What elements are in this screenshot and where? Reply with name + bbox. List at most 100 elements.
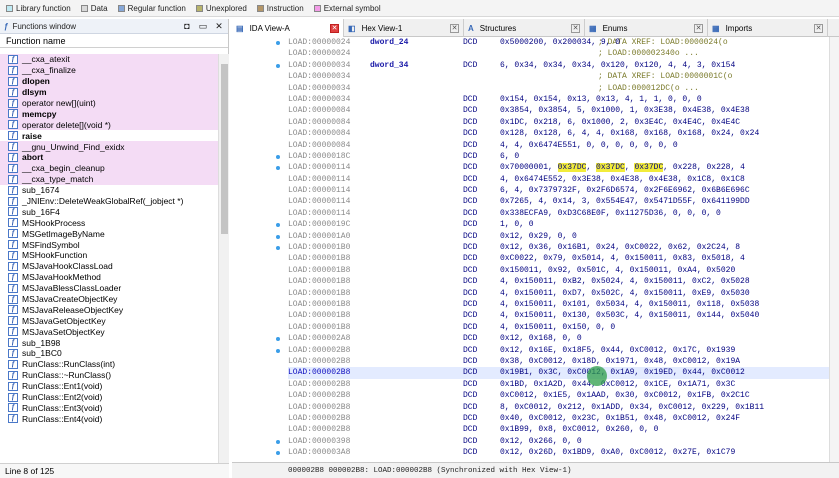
function-row[interactable]: f sub_1BC0 bbox=[0, 348, 218, 359]
listing-line[interactable]: LOAD:000001B8 DCD 0xC0022, 0x79, 0x5014, 4… bbox=[288, 253, 839, 264]
function-row[interactable]: f MSJavaReleaseObjectKey bbox=[0, 304, 218, 315]
breakpoint-dot-icon[interactable] bbox=[276, 223, 280, 228]
function-row[interactable]: f dlsym bbox=[0, 86, 218, 98]
function-row[interactable]: f RunClass::Ent3(void) bbox=[0, 403, 218, 414]
function-row[interactable]: f dlopen bbox=[0, 75, 218, 87]
function-row[interactable]: f MSFindSymbol bbox=[0, 239, 218, 250]
float-icon[interactable]: ▭ bbox=[198, 21, 208, 32]
function-row[interactable]: f RunClass::Ent4(void) bbox=[0, 413, 218, 424]
listing-line[interactable]: LOAD:00000024 ; LOAD:000002340o ... bbox=[288, 48, 839, 59]
listing-line[interactable]: LOAD:00000034 DCD 0x154, 0x154, 0x13, 0x13… bbox=[288, 94, 839, 105]
function-row[interactable]: f sub_16F4 bbox=[0, 206, 218, 217]
listing-line[interactable]: LOAD:000002A8 DCD 0x12, 0x168, 0, 0 bbox=[288, 333, 839, 344]
listing-line[interactable]: LOAD:000002B8 DCD 0x12, 0x16E, 0x18F5, 0x4… bbox=[288, 345, 839, 356]
listing-line[interactable]: LOAD:00000114 DCD 0x338ECFA9, 0xD3C68E0F, … bbox=[288, 208, 839, 219]
function-row[interactable]: f RunClass::~RunClass() bbox=[0, 370, 218, 381]
function-row[interactable]: f MSHookFunction bbox=[0, 250, 218, 261]
function-row[interactable]: f __cxa_finalize bbox=[0, 64, 218, 76]
tab-close-icon[interactable]: ✕ bbox=[694, 23, 703, 33]
listing-line[interactable]: LOAD:000003A8 DCD 0x12, 0x26D, 0x1BD9, 0xA… bbox=[288, 447, 839, 458]
breakpoint-dot-icon[interactable] bbox=[276, 451, 280, 456]
function-row[interactable]: f RunClass::RunClass(int) bbox=[0, 359, 218, 370]
function-row[interactable]: f MSHookProcess bbox=[0, 217, 218, 228]
function-row[interactable]: f __gnu_Unwind_Find_exidx bbox=[0, 141, 218, 153]
listing-line[interactable]: LOAD:00000114 DCD 0x7265, 4, 0x14, 3, 0x55… bbox=[288, 196, 839, 207]
tab-hex-view-1[interactable]: ◧ Hex View-1 ✕ bbox=[344, 19, 464, 37]
listing-line[interactable]: LOAD:000001B8 DCD 0x150011, 0x92, 0x501C, … bbox=[288, 265, 839, 276]
ida-view-a[interactable]: LOAD:00000024 dword_24 DCD ; DATA XREF: LOA… bbox=[232, 37, 839, 462]
breakpoint-dot-icon[interactable] bbox=[276, 166, 280, 171]
listing-line[interactable]: LOAD:0000018C DCD 6, 0 bbox=[288, 151, 839, 162]
function-row[interactable]: f __cxa_atexit bbox=[0, 54, 218, 65]
listing-line[interactable]: LOAD:000001B8 DCD 4, 0x150011, 0xB2, 0x502… bbox=[288, 276, 839, 287]
tab-imports[interactable]: ▦ Imports ✕ bbox=[708, 19, 828, 37]
listing-line[interactable]: LOAD:00000398 DCD 0x12, 0x266, 0, 0 bbox=[288, 436, 839, 447]
scrollbar-thumb[interactable] bbox=[221, 64, 228, 234]
function-row[interactable]: f raise bbox=[0, 130, 218, 141]
function-row[interactable]: f sub_1674 bbox=[0, 185, 218, 196]
function-list-scrollbar[interactable] bbox=[218, 54, 229, 463]
tab-enums[interactable]: ▦ Enums ✕ bbox=[585, 19, 708, 37]
listing-line[interactable]: LOAD:000001B0 DCD 0x12, 0x36, 0x16B1, 0x24… bbox=[288, 242, 839, 253]
listing-line[interactable]: LOAD:000001B8 DCD 4, 0x150011, 0xD7, 0x502… bbox=[288, 288, 839, 299]
breakpoint-dot-icon[interactable] bbox=[276, 234, 280, 239]
function-row[interactable]: f operator new[](uint) bbox=[0, 97, 218, 109]
listing-line[interactable]: LOAD:000002B8 DCD 0x38, 0xC0012, 0x18D, 0x… bbox=[288, 356, 839, 367]
function-name-column-header[interactable]: Function name bbox=[0, 34, 228, 48]
listing-line[interactable]: LOAD:000001B8 DCD 4, 0x150011, 0x130, 0x50… bbox=[288, 310, 839, 321]
function-row[interactable]: f RunClass::Ent2(void) bbox=[0, 392, 218, 403]
listing-line[interactable]: LOAD:00000084 DCD 4, 4, 0x6474E551, 0, 0, … bbox=[288, 140, 839, 151]
listing-line[interactable]: LOAD:00000034 ; DATA XREF: LOAD:0000001C(… bbox=[288, 71, 839, 82]
function-row[interactable]: f abort bbox=[0, 152, 218, 163]
breakpoint-dot-icon[interactable] bbox=[276, 440, 280, 444]
function-row[interactable]: f RunClass::Ent1(void) bbox=[0, 381, 218, 392]
function-row[interactable]: f __cxa_begin_cleanup bbox=[0, 162, 218, 174]
function-row[interactable]: f __cxa_type_match bbox=[0, 173, 218, 185]
listing-line[interactable]: LOAD:000001A0 DCD 0x12, 0x29, 0, 0 bbox=[288, 231, 839, 242]
listing-line[interactable]: LOAD:00000084 DCD 0x1DC, 0x218, 6, 0x1000,… bbox=[288, 117, 839, 128]
listing-line[interactable]: LOAD:000002B8 DCD 8, 0xC0012, 0x212, 0x1AD… bbox=[288, 402, 839, 413]
listing-line[interactable]: LOAD:00000024 dword_24 DCD; DATA XREF: LOA… bbox=[288, 37, 839, 48]
breakpoint-dot-icon[interactable] bbox=[276, 348, 280, 353]
function-row[interactable]: f operator delete[](void *) bbox=[0, 119, 218, 131]
tab-close-icon[interactable]: ✕ bbox=[450, 23, 459, 33]
listing-line[interactable]: LOAD:0000019C DCD 1, 0, 0 bbox=[288, 219, 839, 230]
breakpoint-dot-icon[interactable] bbox=[276, 41, 280, 45]
breakpoint-dot-icon[interactable] bbox=[276, 246, 280, 251]
function-row[interactable]: f MSJavaHookMethod bbox=[0, 272, 218, 283]
tab-close-icon[interactable]: ✕ bbox=[571, 23, 580, 33]
listing-line[interactable]: LOAD:000002B8 DCD 0x1B99, 0x8, 0xC0012, 0x… bbox=[288, 424, 839, 435]
breakpoint-dot-icon[interactable] bbox=[276, 63, 280, 68]
disassembly-listing[interactable]: LOAD:00000024 dword_24 DCD ; DATA XREF: LOA… bbox=[288, 37, 839, 458]
function-row[interactable]: f sub_1B98 bbox=[0, 337, 218, 348]
tab-ida-view-a[interactable]: ▤ IDA View-A ✕ bbox=[232, 19, 344, 37]
tab-close-icon[interactable]: ✕ bbox=[330, 23, 339, 33]
listing-line[interactable]: LOAD:00000114 DCD 6, 4, 0x7379732F, 0x2F6D… bbox=[288, 185, 839, 196]
tab-close-icon[interactable]: ✕ bbox=[814, 23, 823, 33]
function-row[interactable]: f _JNIEnv::DeleteWeakGlobalRef(_jobject *… bbox=[0, 196, 218, 207]
listing-line[interactable]: LOAD:00000084 DCD 0x3854, 0x3854, 5, 0x100… bbox=[288, 105, 839, 116]
listing-line[interactable]: LOAD:00000114 DCD 4, 0x6474E552, 0x3E38, 0… bbox=[288, 174, 839, 185]
function-row[interactable]: f MSJavaBlessClassLoader bbox=[0, 283, 218, 294]
listing-line[interactable]: LOAD:000002B8 DCD 0xC0012, 0x1E5, 0x1AAD, … bbox=[288, 390, 839, 401]
function-row[interactable]: f MSJavaGetObjectKey bbox=[0, 315, 218, 326]
function-row[interactable]: f MSJavaHookClassLoad bbox=[0, 261, 218, 272]
restore-icon[interactable]: ◘ bbox=[182, 21, 192, 32]
function-list[interactable]: f __cxa_atexit f __cxa_finalize f dlopen f dlsy… bbox=[0, 54, 218, 463]
function-row[interactable]: f MSJavaCreateObjectKey bbox=[0, 294, 218, 305]
listing-line[interactable]: LOAD:00000114 DCD 0x70000001, 0x37DC, 0x37… bbox=[288, 162, 839, 173]
breakpoint-dot-icon[interactable] bbox=[276, 155, 280, 159]
listing-line[interactable]: LOAD:00000034 dword_34 DCD 6, 0x34, 0x34, 0… bbox=[288, 60, 839, 71]
tab-structures[interactable]: A Structures ✕ bbox=[464, 19, 585, 37]
listing-line[interactable]: LOAD:000002B8 DCD 0x19B1, 0x3C, 0xC0012, 0… bbox=[288, 367, 839, 379]
breakpoint-dot-icon[interactable] bbox=[276, 337, 280, 342]
function-row[interactable]: f memcpy bbox=[0, 108, 218, 120]
listing-line[interactable]: LOAD:000001B8 DCD 4, 0x150011, 0x101, 0x50… bbox=[288, 299, 839, 310]
listing-line[interactable]: LOAD:00000034 ; LOAD:000012DC(o ... bbox=[288, 83, 839, 94]
function-row[interactable]: f MSJavaSetObjectKey bbox=[0, 326, 218, 337]
close-icon[interactable]: ✕ bbox=[214, 21, 224, 32]
listing-line[interactable]: LOAD:000001B8 DCD 4, 0x150011, 0x150, 0, 0 bbox=[288, 322, 839, 333]
listing-line[interactable]: LOAD:00000084 DCD 0x128, 0x128, 6, 4, 4, 0… bbox=[288, 128, 839, 139]
listing-scrollbar[interactable] bbox=[829, 37, 839, 462]
listing-line[interactable]: LOAD:000002B8 DCD 0x1BD, 0x1A2D, 0x44, 0xC… bbox=[288, 379, 839, 390]
